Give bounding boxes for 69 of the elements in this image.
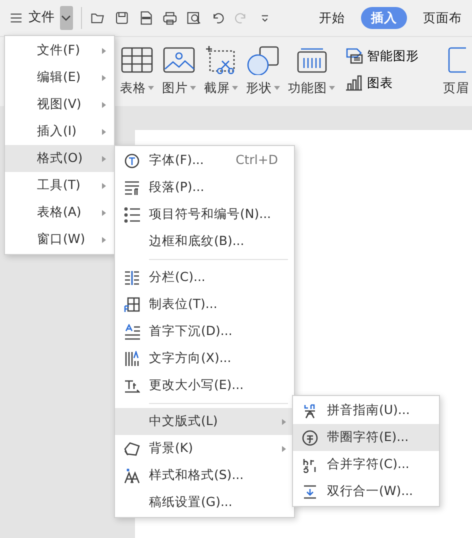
table-icon <box>120 45 154 75</box>
ribbon-button[interactable]: 形状 <box>242 45 284 98</box>
menu-item[interactable]: 项目符号和编号(N)... <box>115 201 294 228</box>
menu-item[interactable]: 双行合一(W)... <box>293 478 439 505</box>
menu-item[interactable]: 边框和底纹(B)... <box>115 228 294 255</box>
menu-item[interactable]: 中文版式(L) <box>115 408 294 435</box>
ribbon-button[interactable]: 智能图形 <box>345 47 419 66</box>
menu-item[interactable]: 背景(K) <box>115 435 294 462</box>
submenu-arrow-icon <box>102 182 106 188</box>
font-icon <box>124 152 140 168</box>
menu-item[interactable]: 合并字符(C)... <box>293 451 439 478</box>
styles-icon <box>124 468 140 484</box>
ribbon-button[interactable]: 截屏 <box>200 45 242 98</box>
menu-item[interactable]: 段落(P)... <box>115 174 294 201</box>
two-lines-in-one-icon <box>302 484 318 500</box>
save-icon[interactable] <box>115 9 130 27</box>
paragraph-icon <box>124 180 140 196</box>
print-icon[interactable] <box>162 9 177 27</box>
menu-item[interactable]: 插入(I) <box>5 118 114 145</box>
file-menu-label[interactable]: 文件 <box>28 8 54 28</box>
menu-item[interactable]: 表格(A) <box>5 199 114 226</box>
shapes-icon <box>246 45 280 75</box>
phonetic-guide-icon <box>302 402 318 418</box>
submenu-arrow-icon <box>102 128 106 134</box>
ribbon-tab[interactable]: 开始 <box>309 6 356 30</box>
menu-item[interactable]: 首字下沉(D)... <box>115 318 294 345</box>
menu-item[interactable]: 更改大小写(E)... <box>115 372 294 399</box>
ribbon-tab[interactable]: 页面布 <box>413 6 472 30</box>
preview-icon[interactable] <box>186 9 200 27</box>
submenu-arrow-icon <box>102 210 106 216</box>
menu-item[interactable]: 字体(F)... Ctrl+D <box>115 147 294 174</box>
menu-item[interactable]: 拼音指南(U)... <box>293 397 439 424</box>
picture-icon <box>162 45 196 75</box>
menu-item[interactable]: 编辑(E) <box>5 64 114 91</box>
enclosed-character-icon <box>302 430 318 446</box>
bullet-list-icon <box>124 206 140 222</box>
change-case-icon <box>124 378 140 394</box>
menu-item[interactable]: 分栏(C)... <box>115 264 294 291</box>
smart-art-icon <box>345 47 363 66</box>
ribbon-button[interactable]: 页眉 <box>439 45 472 98</box>
menu-item[interactable]: 格式(O) <box>5 145 114 172</box>
drop-cap-icon <box>124 324 140 340</box>
combine-characters-icon <box>302 456 318 472</box>
menu-item[interactable]: 稿纸设置(G)... <box>115 489 294 516</box>
ribbon-button[interactable]: 图表 <box>345 74 419 92</box>
submenu-arrow-icon <box>102 156 106 162</box>
dropdown-button[interactable] <box>60 6 73 30</box>
ribbon-button[interactable]: 功能图 <box>284 45 339 98</box>
ribbon-button[interactable]: 图片 <box>158 45 200 98</box>
menu-item[interactable]: 窗口(W) <box>5 226 114 253</box>
text-direction-icon <box>124 350 140 366</box>
bar-chart-icon <box>345 74 363 92</box>
menu-item[interactable]: 文字方向(X)... <box>115 345 294 372</box>
submenu-arrow-icon <box>102 236 106 242</box>
menu-item[interactable]: 工具(T) <box>5 172 114 199</box>
submenu-arrow-icon <box>102 102 106 108</box>
menu-item[interactable]: 带圈字符(E)... <box>293 424 439 451</box>
submenu-arrow-icon <box>102 74 106 80</box>
pdf-icon[interactable] <box>139 9 153 27</box>
ribbon-button[interactable]: 表格 <box>116 45 158 98</box>
menu-item[interactable]: 视图(V) <box>5 91 114 118</box>
submenu-arrow-icon <box>102 48 106 54</box>
caret-icon <box>61 15 72 21</box>
menu-item[interactable]: 样式和格式(S)... <box>115 462 294 489</box>
columns-icon <box>124 270 140 286</box>
tab-stop-icon <box>124 296 140 312</box>
menu-icon[interactable] <box>10 11 22 25</box>
menu-item[interactable]: 制表位(T)... <box>115 291 294 318</box>
menu-item[interactable]: 文件(F) <box>5 37 114 64</box>
